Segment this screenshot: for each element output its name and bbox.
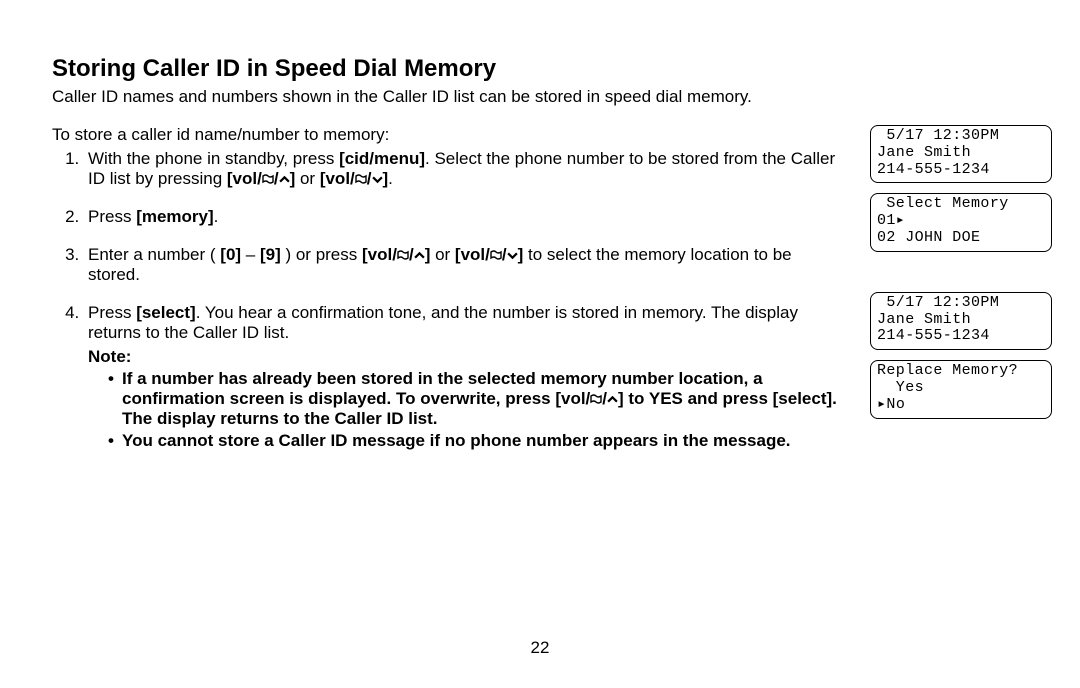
step-1: With the phone in standby, press [cid/me… <box>84 149 842 189</box>
lcd-screen-caller-id-2: 5/17 12:30PM Jane Smith 214-555-1234 <box>870 292 1052 350</box>
step-2: Press [memory]. <box>84 207 842 227</box>
chevron-up-icon <box>279 174 290 185</box>
ringer-icon <box>355 173 367 185</box>
lcd-screen-caller-id: 5/17 12:30PM Jane Smith 214-555-1234 <box>870 125 1052 183</box>
step-4: Press [select]. You hear a confirmation … <box>84 303 842 451</box>
ringer-icon <box>397 249 409 261</box>
step-3: Enter a number ( [0] – [9] ) or press [v… <box>84 245 842 285</box>
chevron-up-icon <box>607 394 618 405</box>
chevron-up-icon <box>414 250 425 261</box>
ringer-icon <box>490 249 502 261</box>
intro-text: Caller ID names and numbers shown in the… <box>52 87 1052 107</box>
steps-list: With the phone in standby, press [cid/me… <box>52 149 842 451</box>
ringer-icon <box>262 173 274 185</box>
chevron-down-icon <box>507 250 518 261</box>
note-heading: Note: <box>88 347 842 367</box>
note-1: If a number has already been stored in t… <box>108 369 842 429</box>
note-list: If a number has already been stored in t… <box>88 369 842 451</box>
ringer-icon <box>590 393 602 405</box>
section-heading: Storing Caller ID in Speed Dial Memory <box>52 55 1052 83</box>
lcd-screen-replace-memory: Replace Memory? Yes ▸No <box>870 360 1052 418</box>
lead-text: To store a caller id name/number to memo… <box>52 125 842 145</box>
note-2: You cannot store a Caller ID message if … <box>108 431 842 451</box>
lcd-screen-select-memory: Select Memory 01▸ 02 JOHN DOE <box>870 193 1052 251</box>
chevron-down-icon <box>372 174 383 185</box>
page-number: 22 <box>0 638 1080 658</box>
